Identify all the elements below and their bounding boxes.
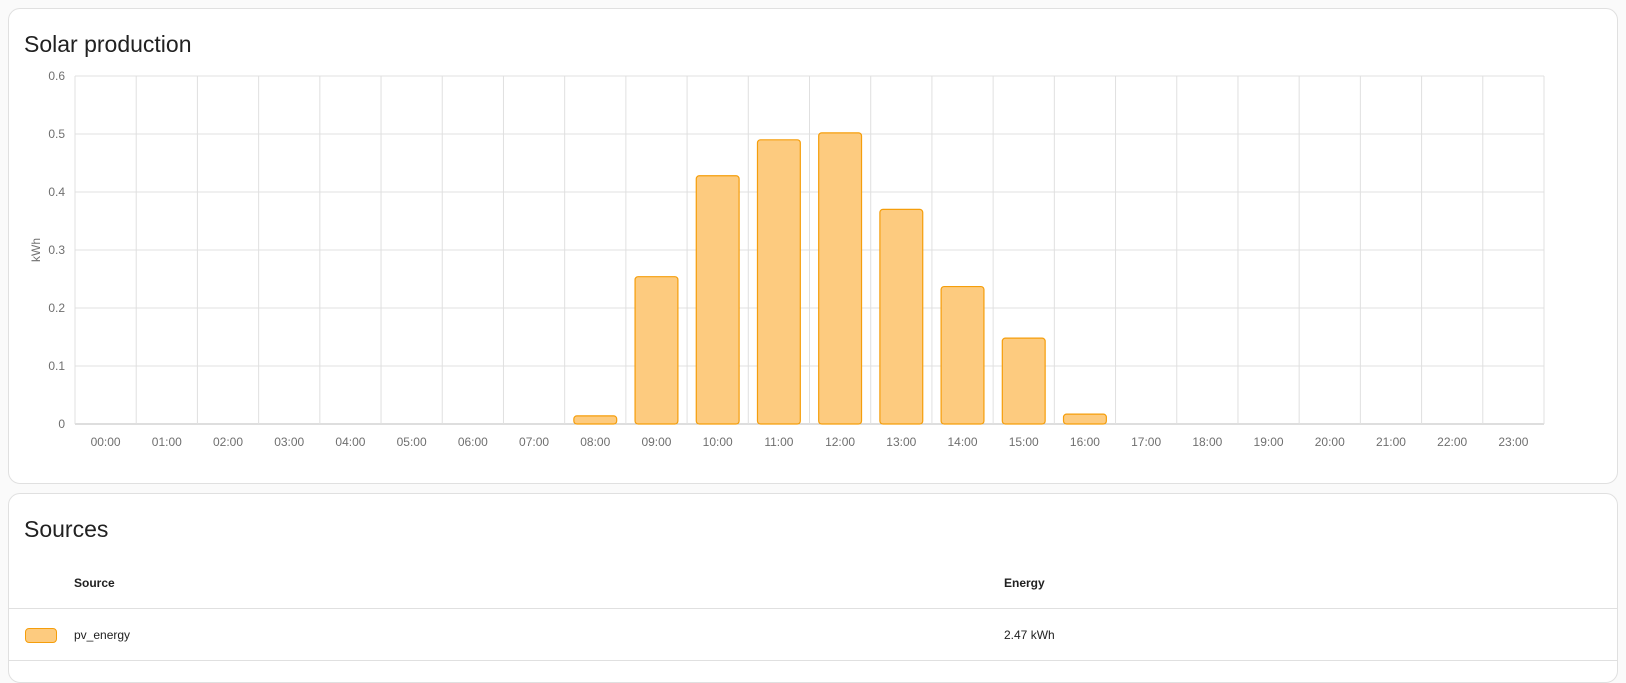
bar-1000[interactable] — [695, 175, 740, 425]
x-tick-label: 16:00 — [1070, 435, 1100, 449]
solar-production-card: Solar production 0 0.1 0.2 0.3 0.4 0.5 0.6 00:0… — [8, 8, 1618, 484]
source-column-header[interactable]: Source — [74, 558, 1004, 609]
x-tick-label: 12:00 — [825, 435, 855, 449]
x-tick-label: 23:00 — [1498, 435, 1528, 449]
x-tick-label: 02:00 — [213, 435, 243, 449]
x-tick-label: 01:00 — [152, 435, 182, 449]
swatch-cell — [9, 608, 74, 661]
sources-title: Sources — [24, 516, 109, 542]
table-row: pv_energy 2.47 kWh — [9, 608, 1617, 661]
energy-cell: 2.47 kWh — [1004, 608, 1617, 661]
x-tick-label: 05:00 — [397, 435, 427, 449]
x-tick-label: 00:00 — [91, 435, 121, 449]
y-tick-label: 0.4 — [48, 185, 65, 199]
y-tick-label: 0.3 — [48, 243, 65, 257]
y-tick-label: 0.5 — [48, 127, 65, 141]
bar-1200[interactable] — [818, 132, 863, 425]
y-axis-title: kWh — [29, 238, 43, 262]
x-tick-label: 11:00 — [764, 435, 793, 449]
x-tick-label: 07:00 — [519, 435, 549, 449]
bar-1600[interactable] — [1062, 413, 1107, 425]
x-tick-label: 09:00 — [641, 435, 671, 449]
bar-1100[interactable] — [756, 139, 801, 425]
icon-column-header — [9, 558, 74, 609]
x-tick-label: 06:00 — [458, 435, 488, 449]
x-tick-label: 21:00 — [1376, 435, 1406, 449]
y-tick-label: 0.2 — [48, 301, 65, 315]
x-tick-label: 17:00 — [1131, 435, 1161, 449]
bar-0900[interactable] — [634, 276, 679, 425]
x-tick-label: 04:00 — [335, 435, 365, 449]
y-tick-label: 0.6 — [48, 69, 65, 83]
y-tick-label: 0.1 — [48, 359, 65, 373]
pv-energy-color-swatch — [25, 628, 57, 643]
x-tick-label: 19:00 — [1254, 435, 1284, 449]
sources-header-row: Source Energy — [9, 558, 1617, 609]
bar-1500[interactable] — [1001, 337, 1046, 425]
x-tick-label: 22:00 — [1437, 435, 1467, 449]
sources-card: Sources Source Energy pv_energy 2.47 kWh — [8, 493, 1618, 683]
sources-table: Source Energy pv_energy 2.47 kWh — [9, 558, 1617, 661]
x-tick-label: 18:00 — [1192, 435, 1222, 449]
bar-1300[interactable] — [879, 208, 924, 425]
x-tick-label: 08:00 — [580, 435, 610, 449]
x-tick-label: 15:00 — [1009, 435, 1039, 449]
x-tick-label: 20:00 — [1315, 435, 1345, 449]
x-tick-label: 14:00 — [948, 435, 978, 449]
energy-column-header[interactable]: Energy — [1004, 558, 1617, 609]
bar-1400[interactable] — [940, 285, 985, 425]
solar-production-chart[interactable]: 0 0.1 0.2 0.3 0.4 0.5 0.6 00:00 01:00 02:00 03:00 0… — [9, 9, 1617, 483]
x-tick-label: 13:00 — [886, 435, 916, 449]
bar-0800[interactable] — [573, 415, 618, 425]
y-tick-label: 0 — [58, 417, 65, 431]
x-tick-label: 10:00 — [703, 435, 733, 449]
source-cell: pv_energy — [74, 608, 1004, 661]
x-tick-label: 03:00 — [274, 435, 304, 449]
